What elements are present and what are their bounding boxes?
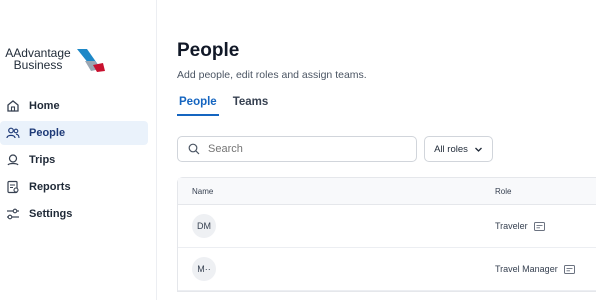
tab-bar: People Teams	[177, 96, 282, 116]
column-header-name[interactable]: Name	[178, 187, 495, 196]
sidebar-item-label: People	[29, 127, 66, 139]
sidebar-item-reports[interactable]: Reports	[0, 175, 148, 199]
sidebar-item-home[interactable]: Home	[0, 94, 148, 118]
sidebar-item-label: Settings	[29, 208, 73, 220]
name-cell: DM	[178, 214, 495, 238]
brand-name: AAdvantage Business	[5, 47, 71, 71]
trips-icon	[6, 153, 20, 167]
sidebar-nav: Home People Trips Reports Settings	[0, 94, 148, 229]
roles-filter-label: All roles	[434, 143, 468, 155]
avatar: M··	[192, 257, 216, 281]
people-table: Name Role DM Traveler M·· Travel Manager	[177, 177, 596, 292]
flight-symbol-icon	[77, 49, 105, 72]
brand-line-2: Business	[13, 58, 63, 72]
brand-logo-block[interactable]: AAdvantage Business	[5, 47, 105, 72]
reports-icon	[6, 180, 20, 194]
column-header-role[interactable]: Role	[495, 187, 511, 196]
sidebar-item-settings[interactable]: Settings	[0, 202, 148, 226]
search-box[interactable]	[177, 136, 417, 162]
role-label: Travel Manager	[495, 264, 558, 274]
sidebar-item-label: Trips	[29, 154, 56, 166]
table-header: Name Role	[178, 178, 596, 205]
id-card-icon	[563, 264, 575, 274]
settings-icon	[6, 207, 20, 221]
sidebar-item-label: Home	[29, 100, 60, 112]
chevron-down-icon	[474, 147, 482, 152]
table-row[interactable]: DM Traveler	[178, 205, 596, 248]
tab-people[interactable]: People	[177, 96, 219, 116]
sidebar-item-trips[interactable]: Trips	[0, 148, 148, 172]
avatar: DM	[192, 214, 216, 238]
search-icon	[188, 143, 200, 155]
id-card-icon	[533, 221, 545, 231]
page-title: People	[177, 40, 240, 61]
home-icon	[6, 99, 20, 113]
role-label: Traveler	[495, 221, 528, 231]
main-content: People Add people, edit roles and assign…	[177, 0, 596, 300]
sidebar-item-label: Reports	[29, 181, 71, 193]
role-cell: Traveler	[495, 221, 545, 231]
search-input[interactable]	[206, 142, 400, 156]
roles-filter-dropdown[interactable]: All roles	[424, 136, 493, 162]
tab-teams[interactable]: Teams	[231, 96, 271, 116]
sidebar: AAdvantage Business Home People Trips Re…	[0, 0, 157, 300]
role-cell: Travel Manager	[495, 264, 575, 274]
people-icon	[6, 126, 20, 140]
page-subtitle: Add people, edit roles and assign teams.	[177, 69, 367, 81]
table-row[interactable]: M·· Travel Manager	[178, 248, 596, 291]
sidebar-item-people[interactable]: People	[0, 121, 148, 145]
name-cell: M··	[178, 257, 495, 281]
